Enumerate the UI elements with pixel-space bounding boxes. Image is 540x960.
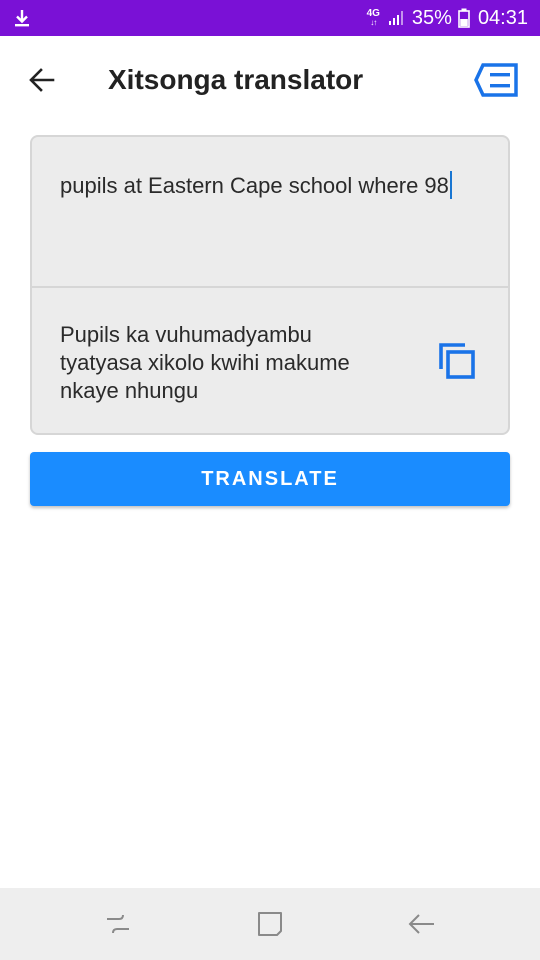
status-bar: 4G ↓↑ 35% 04:31 (0, 0, 540, 36)
back-button[interactable] (18, 56, 66, 104)
navigation-bar (0, 888, 540, 960)
text-cursor (449, 171, 452, 199)
signal-icon (388, 11, 403, 25)
translated-text: Pupils ka vuhumadyambu tyatyasa xikolo k… (60, 322, 350, 403)
battery-icon (458, 8, 470, 28)
feedback-button[interactable] (470, 58, 522, 102)
app-bar: Xitsonga translator (0, 36, 540, 124)
page-title: Xitsonga translator (108, 64, 364, 95)
back-arrow-icon (29, 68, 55, 92)
translation-output: Pupils ka vuhumadyambu tyatyasa xikolo k… (32, 288, 508, 433)
source-text: pupils at Eastern Cape school where 98 (60, 173, 449, 198)
back-icon[interactable] (405, 908, 437, 940)
battery-percent: 35% (411, 6, 452, 29)
recent-apps-icon[interactable] (102, 908, 134, 940)
feedback-icon (474, 63, 518, 97)
translate-button[interactable]: TRANSLATE (30, 452, 510, 506)
download-icon (15, 10, 29, 27)
clock: 04:31 (477, 6, 528, 29)
home-icon[interactable] (254, 908, 286, 940)
copy-icon (439, 343, 475, 379)
copy-button[interactable] (436, 340, 480, 384)
translator-card: pupils at Eastern Cape school where 98 P… (30, 135, 510, 435)
source-text-input[interactable]: pupils at Eastern Cape school where 98 (32, 137, 508, 287)
network-indicator: 4G ↓↑ (366, 8, 380, 27)
